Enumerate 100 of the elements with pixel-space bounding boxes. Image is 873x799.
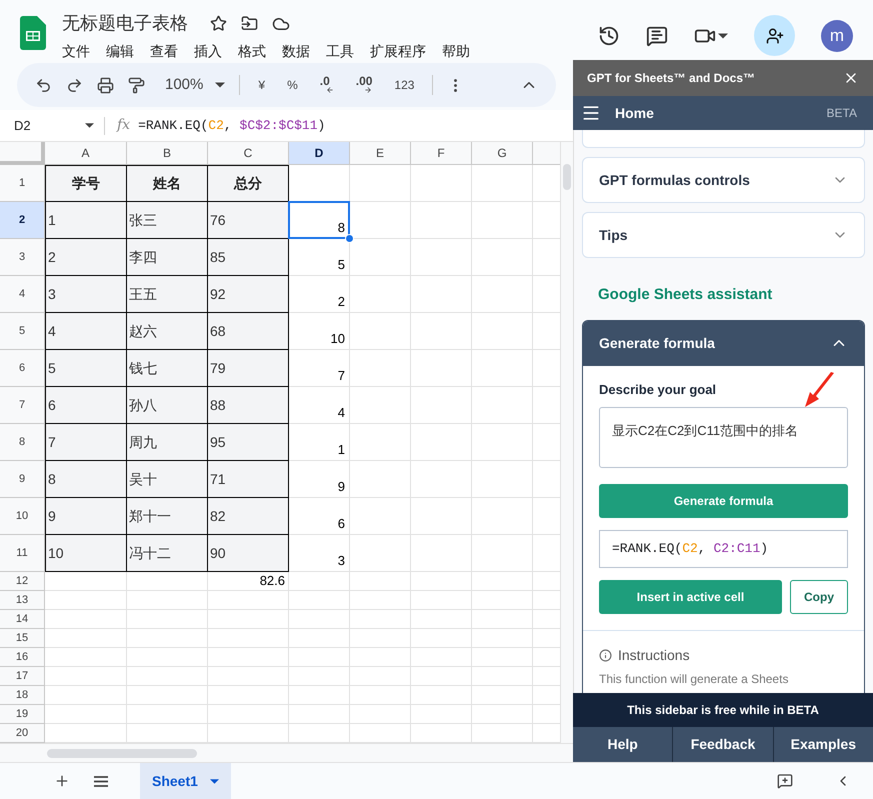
table-cell[interactable]: 82.6 (208, 572, 289, 591)
grid-cell[interactable] (411, 705, 472, 724)
grid-cell[interactable] (411, 313, 472, 350)
grid-cell[interactable] (472, 535, 533, 572)
table-cell[interactable]: 76 (208, 202, 289, 239)
table-cell[interactable]: 9 (45, 498, 127, 535)
grid-cell[interactable] (411, 276, 472, 313)
print-icon[interactable] (97, 76, 114, 94)
grid-cell[interactable] (208, 705, 289, 724)
menu-item[interactable]: 数据 (282, 41, 310, 62)
rank-cell[interactable]: 4 (289, 387, 349, 423)
grid-cell[interactable] (350, 498, 411, 535)
grid-cell[interactable] (289, 724, 350, 743)
grid-cell[interactable] (45, 648, 127, 667)
grid-cell[interactable] (127, 648, 208, 667)
grid-cell[interactable] (411, 165, 472, 202)
grid-cell[interactable] (350, 387, 411, 424)
spreadsheet-logo-icon[interactable] (20, 16, 46, 50)
grid-cell[interactable] (45, 572, 127, 591)
grid-cell[interactable] (208, 591, 289, 610)
column-header[interactable]: C (208, 142, 289, 165)
menu-item[interactable]: 工具 (326, 41, 354, 62)
grid-cell[interactable] (45, 629, 127, 648)
scrollbar-thumb[interactable] (563, 164, 571, 190)
active-cell[interactable]: 8 (288, 201, 350, 239)
menu-item[interactable]: 扩展程序 (370, 41, 426, 62)
table-cell[interactable]: 71 (208, 461, 289, 498)
grid-cell[interactable] (350, 572, 411, 591)
row-header[interactable]: 16 (0, 648, 45, 667)
grid-cell[interactable] (472, 629, 533, 648)
grid-cell[interactable] (127, 705, 208, 724)
row-header[interactable]: 17 (0, 667, 45, 686)
row-header[interactable]: 2 (0, 202, 45, 239)
collapsible-card[interactable]: Tips (582, 212, 865, 258)
grid-cell[interactable] (472, 276, 533, 313)
grid-cell[interactable] (350, 461, 411, 498)
grid-cell[interactable] (350, 239, 411, 276)
collapsible-card[interactable]: GPT formulas controls (582, 157, 865, 203)
undo-icon[interactable] (35, 76, 52, 94)
menu-item[interactable]: 帮助 (442, 41, 470, 62)
table-cell[interactable]: 钱七 (127, 350, 208, 387)
grid-cell[interactable] (127, 591, 208, 610)
grid-cell[interactable] (472, 667, 533, 686)
grid-cell[interactable] (350, 648, 411, 667)
header-cell[interactable]: 学号 (45, 165, 127, 202)
grid-cell[interactable] (45, 610, 127, 629)
row-header[interactable]: 10 (0, 498, 45, 535)
grid-cell[interactable] (411, 686, 472, 705)
table-cell[interactable]: 2 (45, 239, 127, 276)
grid-cell[interactable] (127, 572, 208, 591)
grid-cell[interactable] (472, 705, 533, 724)
grid-cell[interactable] (208, 629, 289, 648)
grid-cell[interactable] (350, 686, 411, 705)
comment-icon[interactable] (646, 24, 668, 46)
grid-cell[interactable] (350, 535, 411, 572)
grid-cell[interactable] (208, 686, 289, 705)
rank-cell[interactable]: 5 (289, 239, 349, 275)
grid-cell[interactable] (472, 424, 533, 461)
row-header[interactable]: 12 (0, 572, 45, 591)
grid-cell[interactable] (350, 350, 411, 387)
table-cell[interactable]: 3 (45, 276, 127, 313)
menu-item[interactable]: 插入 (194, 41, 222, 62)
table-cell[interactable]: 8 (45, 461, 127, 498)
grid-cell[interactable] (411, 591, 472, 610)
paint-format-icon[interactable] (128, 76, 145, 94)
grid-cell[interactable] (45, 686, 127, 705)
grid-cell[interactable] (411, 239, 472, 276)
table-cell[interactable]: 王五 (127, 276, 208, 313)
grid-cell[interactable] (411, 387, 472, 424)
row-header[interactable]: 14 (0, 610, 45, 629)
format-button[interactable]: 123 (390, 76, 418, 94)
grid-cell[interactable] (411, 350, 472, 387)
table-cell[interactable]: 1 (45, 202, 127, 239)
rank-cell[interactable]: 6 (289, 498, 349, 534)
grid-cell[interactable] (411, 724, 472, 743)
grid-cell[interactable] (472, 591, 533, 610)
sheet-tab[interactable]: Sheet1 (140, 762, 231, 799)
header-cell[interactable]: 总分 (208, 165, 289, 202)
grid-cell[interactable] (208, 610, 289, 629)
row-header[interactable]: 7 (0, 387, 45, 424)
select-all-corner[interactable] (0, 142, 45, 165)
format-button[interactable]: % (283, 76, 302, 94)
table-cell[interactable]: 吴十 (127, 461, 208, 498)
grid-cell[interactable] (472, 239, 533, 276)
table-cell[interactable]: 7 (45, 424, 127, 461)
column-header[interactable]: E (350, 142, 411, 165)
share-button[interactable] (754, 15, 795, 56)
rank-cell[interactable]: 2 (289, 276, 349, 312)
grid-cell[interactable] (289, 591, 350, 610)
folder-icon[interactable] (241, 15, 258, 32)
table-cell[interactable]: 赵六 (127, 313, 208, 350)
grid-cell[interactable] (350, 705, 411, 724)
menu-icon[interactable] (94, 776, 108, 786)
table-cell[interactable]: 68 (208, 313, 289, 350)
result-field[interactable]: =RANK.EQ(C2, C2:C11) (599, 530, 848, 568)
grid-cell[interactable] (350, 165, 411, 202)
redo-icon[interactable] (66, 76, 83, 94)
rank-cell[interactable]: 1 (289, 424, 349, 460)
avatar[interactable]: m (821, 20, 853, 52)
grid-cell[interactable] (472, 313, 533, 350)
